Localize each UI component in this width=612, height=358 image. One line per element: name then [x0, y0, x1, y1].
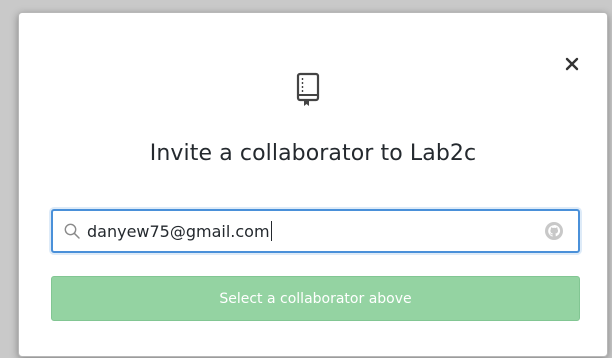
invite-collaborator-dialog: Invite a collaborator to Lab2c danyew75@… — [18, 12, 608, 357]
github-octocat-icon — [545, 222, 563, 240]
collaborator-search-input[interactable]: danyew75@gmail.com — [81, 211, 544, 251]
repo-book-icon — [296, 72, 320, 106]
dialog-title-prefix: Invite a collaborator to — [149, 141, 410, 166]
repo-name: Lab2c — [409, 141, 477, 166]
close-icon — [565, 57, 579, 71]
text-caret — [270, 221, 272, 241]
select-collaborator-button[interactable]: Select a collaborator above — [51, 276, 580, 321]
search-input-value: danyew75@gmail.com — [87, 221, 270, 241]
dialog-title: Invite a collaborator to Lab2c — [19, 141, 607, 166]
search-icon — [64, 223, 80, 239]
select-collaborator-button-label: Select a collaborator above — [219, 290, 412, 307]
collaborator-search-field[interactable]: danyew75@gmail.com — [51, 209, 580, 253]
close-button[interactable] — [561, 53, 583, 75]
